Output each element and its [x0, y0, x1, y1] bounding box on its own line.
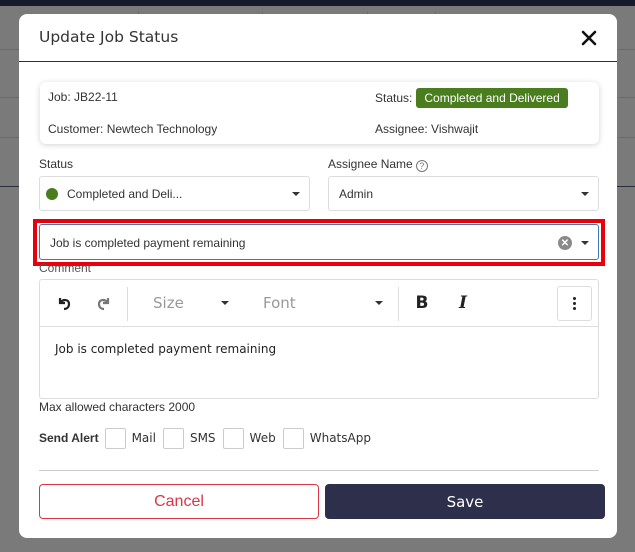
assignee-value: Vishwajit: [431, 122, 479, 136]
whatsapp-checkbox[interactable]: [282, 427, 304, 449]
job-value: JB22-11: [74, 90, 118, 104]
chevron-down-icon: [221, 301, 229, 305]
comment-label: Comment: [39, 261, 92, 275]
reason-select[interactable]: Job is completed payment remaining ✕: [39, 224, 599, 260]
modal-header: Update Job Status: [19, 14, 617, 62]
italic-button[interactable]: I: [453, 290, 473, 316]
sms-checkbox[interactable]: [162, 427, 184, 449]
status-select-value: Completed and Deli...: [67, 186, 183, 201]
font-size-select[interactable]: Size: [153, 290, 233, 316]
cancel-button[interactable]: Cancel: [39, 484, 319, 519]
font-family-select[interactable]: Font: [263, 290, 388, 316]
assignee-field-label: Assignee Name?: [328, 157, 428, 172]
chevron-down-icon: [581, 192, 589, 196]
status-label: Status:: [375, 91, 413, 105]
bold-button[interactable]: B: [412, 290, 432, 316]
save-button[interactable]: Save: [325, 484, 605, 519]
close-icon: [581, 30, 597, 46]
send-alert-label: Send Alert: [39, 431, 99, 445]
modal-title: Update Job Status: [39, 28, 179, 46]
footer-divider: [39, 470, 599, 471]
mail-checkbox[interactable]: [104, 427, 126, 449]
customer-label: Customer:: [48, 122, 104, 136]
chevron-down-icon: [292, 192, 300, 196]
undo-icon: [58, 298, 71, 311]
customer-value: Newtech Technology: [106, 122, 218, 136]
comment-text-area[interactable]: Job is completed payment remaining: [55, 342, 276, 356]
assignee-select[interactable]: Admin: [328, 176, 599, 211]
help-icon[interactable]: ?: [415, 160, 428, 172]
job-label: Job:: [48, 90, 71, 104]
assignee-field-label-text: Assignee Name: [328, 157, 413, 171]
update-job-status-modal: Update Job Status Job: JB22-11 Customer:…: [19, 14, 617, 538]
current-assignee: Assignee: Vishwajit: [375, 122, 478, 136]
toolbar-separator: [127, 287, 128, 321]
more-vertical-icon: [573, 297, 576, 300]
assignee-label: Assignee:: [375, 122, 428, 136]
whatsapp-label: WhatsApp: [309, 431, 371, 445]
status-badge: Completed and Delivered: [416, 88, 568, 108]
assignee-select-value: Admin: [339, 186, 374, 201]
more-options-button[interactable]: [557, 286, 592, 321]
send-alert-row: Send Alert Mail SMS Web WhatsApp: [39, 427, 378, 449]
clear-icon[interactable]: ✕: [558, 236, 572, 250]
web-label: Web: [249, 431, 276, 445]
job-id: Job: JB22-11: [48, 90, 118, 104]
chevron-down-icon: [375, 301, 383, 305]
sms-label: SMS: [189, 431, 216, 445]
redo-icon: [97, 298, 110, 311]
current-status: Status: Completed and Delivered: [375, 88, 568, 108]
chevron-down-icon: [581, 241, 589, 245]
status-select[interactable]: Completed and Deli...: [39, 176, 310, 211]
more-vertical-icon: [573, 307, 576, 310]
close-button[interactable]: [577, 26, 601, 50]
job-summary-card: Job: JB22-11 Customer: Newtech Technolog…: [40, 82, 599, 144]
mail-label: Mail: [131, 431, 156, 445]
font-size-placeholder: Size: [153, 294, 184, 312]
reason-select-value: Job is completed payment remaining: [50, 236, 246, 250]
font-family-placeholder: Font: [263, 294, 296, 312]
comment-editor: Size Font B I Job is completed payment r…: [39, 279, 599, 399]
web-checkbox[interactable]: [222, 427, 244, 449]
status-color-dot: [46, 187, 58, 200]
editor-toolbar: Size Font B I: [40, 280, 598, 327]
undo-button[interactable]: [52, 290, 76, 316]
char-limit-hint: Max allowed characters 2000: [39, 400, 196, 414]
toolbar-separator: [398, 287, 399, 321]
more-vertical-icon: [573, 302, 576, 305]
redo-button[interactable]: [92, 290, 116, 316]
customer: Customer: Newtech Technology: [48, 122, 217, 136]
status-field-label: Status: [39, 157, 74, 171]
